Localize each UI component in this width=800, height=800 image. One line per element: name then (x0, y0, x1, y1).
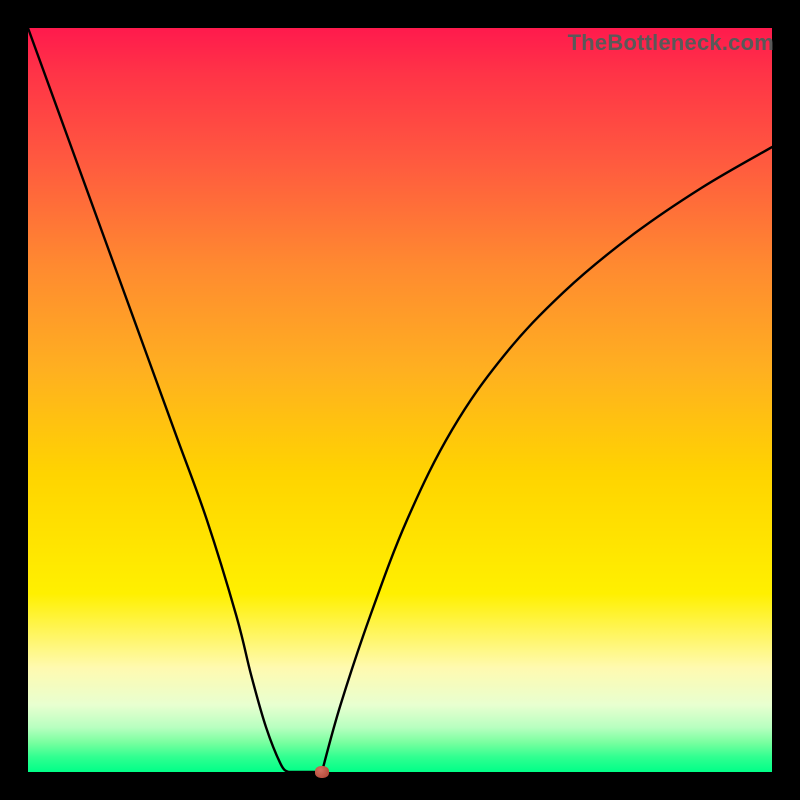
curve-svg (0, 0, 800, 800)
chart-frame: TheBottleneck.com (0, 0, 800, 800)
valley-marker (315, 766, 329, 778)
bottleneck-curve (28, 28, 772, 777)
